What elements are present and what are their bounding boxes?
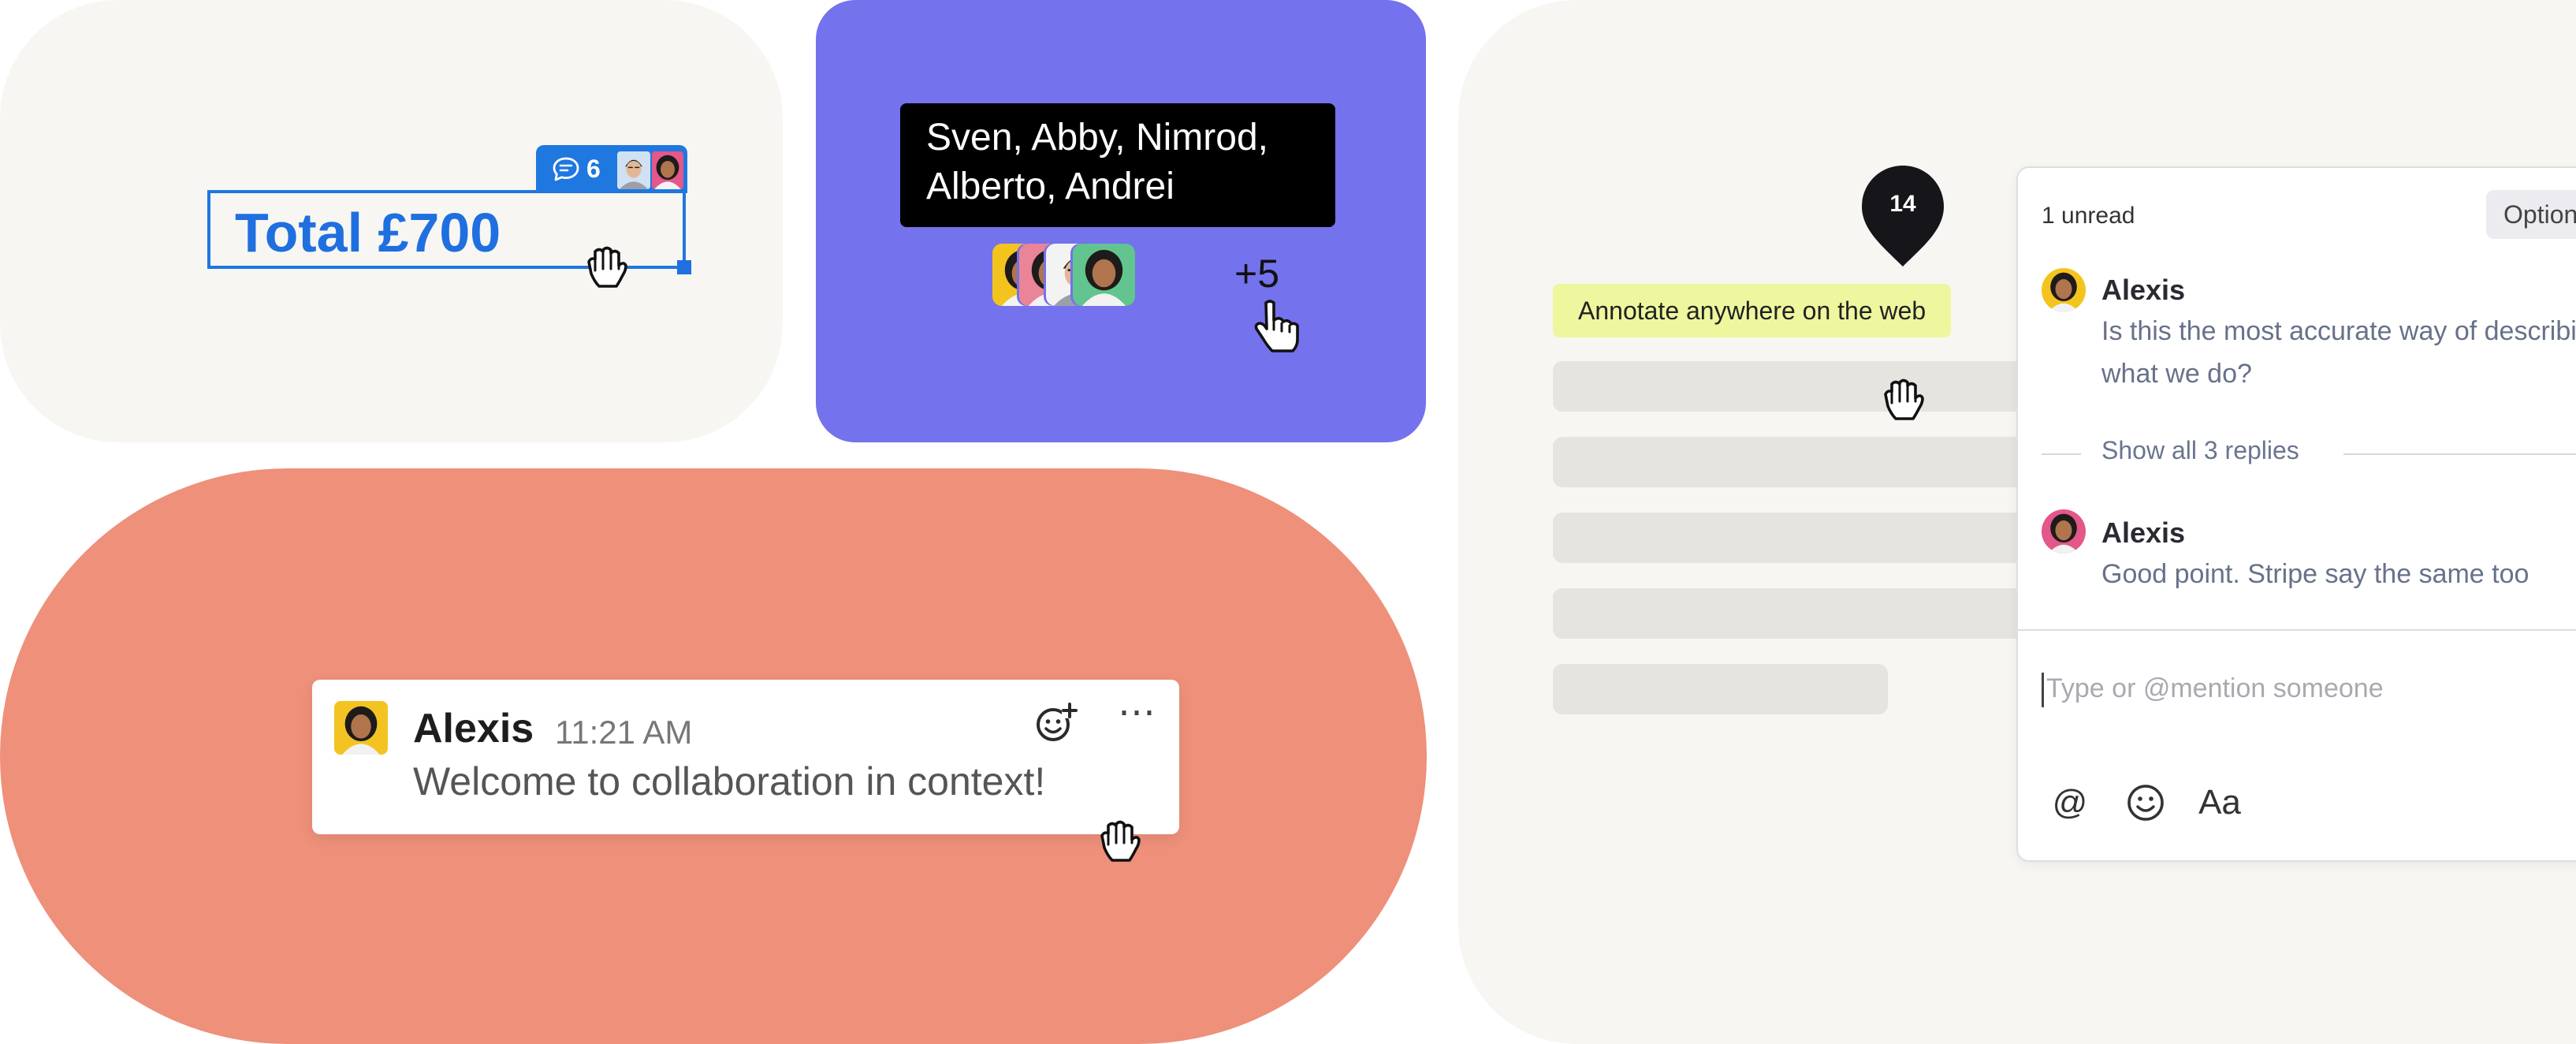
placeholder-line bbox=[1553, 664, 1888, 714]
pointer-cursor-icon bbox=[1249, 298, 1299, 355]
tooltip-line: Sven, Abby, Nimrod, bbox=[926, 117, 1268, 158]
comment-icon bbox=[553, 157, 579, 181]
emoji-icon[interactable] bbox=[2122, 779, 2169, 826]
unread-count: 1 unread bbox=[2042, 203, 2135, 229]
avatar bbox=[617, 151, 650, 189]
message-text: Welcome to collaboration in context! bbox=[413, 759, 1046, 804]
presence-tooltip: Sven, Abby, Nimrod, Alberto, Andrei bbox=[900, 103, 1335, 227]
more-users-count[interactable]: +5 bbox=[1234, 251, 1279, 296]
avatar bbox=[2042, 509, 2086, 554]
chat-message: Alexis 11:21 AM Welcome to collaboration… bbox=[312, 680, 1179, 834]
show-replies-button[interactable]: Show all 3 replies bbox=[2101, 436, 2299, 465]
divider bbox=[2042, 453, 2081, 455]
comment-text: what we do? bbox=[2101, 359, 2252, 389]
divider bbox=[2018, 629, 2576, 631]
tooltip-line: Alberto, Andrei bbox=[926, 166, 1174, 207]
placeholder-line bbox=[1553, 588, 2042, 639]
reply-input[interactable] bbox=[2046, 665, 2576, 712]
avatar[interactable] bbox=[1073, 244, 1135, 306]
divider bbox=[2343, 453, 2576, 455]
comment-author: Alexis bbox=[2101, 516, 2186, 549]
comment-thread-panel: 1 unread Options Alexis Is this the most… bbox=[2016, 166, 2576, 862]
presence-card: Sven, Abby, Nimrod, Alberto, Andrei +5 bbox=[816, 0, 1426, 442]
text-format-button[interactable]: Aa bbox=[2196, 779, 2243, 826]
fill-handle[interactable] bbox=[677, 260, 691, 274]
comment-text: Is this the most accurate way of describ… bbox=[2101, 316, 2576, 346]
options-button[interactable]: Options bbox=[2486, 190, 2576, 239]
placeholder-line bbox=[1553, 361, 2042, 412]
avatar bbox=[652, 151, 683, 189]
grab-cursor-icon bbox=[1876, 375, 1926, 432]
grab-cursor-icon bbox=[1093, 817, 1143, 874]
text-caret bbox=[2042, 673, 2044, 707]
comment-author: Alexis bbox=[2101, 274, 2186, 306]
avatar bbox=[2042, 268, 2086, 312]
placeholder-line bbox=[1553, 437, 2042, 487]
message-author: Alexis bbox=[413, 706, 534, 751]
comment-text: Good point. Stripe say the same too bbox=[2101, 559, 2529, 589]
grab-cursor-icon bbox=[579, 243, 630, 300]
message-timestamp: 11:21 AM bbox=[555, 714, 693, 751]
avatar bbox=[334, 701, 388, 755]
cell-value: Total £700 bbox=[235, 202, 501, 263]
add-reaction-icon[interactable] bbox=[1033, 699, 1080, 747]
comment-indicator[interactable]: 6 bbox=[536, 145, 687, 193]
mention-button[interactable]: @ bbox=[2046, 779, 2094, 826]
comment-count: 6 bbox=[586, 155, 601, 183]
pin-number: 14 bbox=[1889, 191, 1916, 217]
more-options-button[interactable]: ⋯ bbox=[1113, 694, 1160, 738]
placeholder-line bbox=[1553, 513, 2042, 563]
message-card: Alexis 11:21 AM Welcome to collaboration… bbox=[0, 468, 1427, 1044]
annotate-card: 14 Annotate anywhere on the web 1 unread… bbox=[1458, 0, 2576, 1044]
spreadsheet-card: 6 Total £700 bbox=[0, 0, 783, 442]
annotation-highlight[interactable]: Annotate anywhere on the web bbox=[1553, 284, 1952, 337]
